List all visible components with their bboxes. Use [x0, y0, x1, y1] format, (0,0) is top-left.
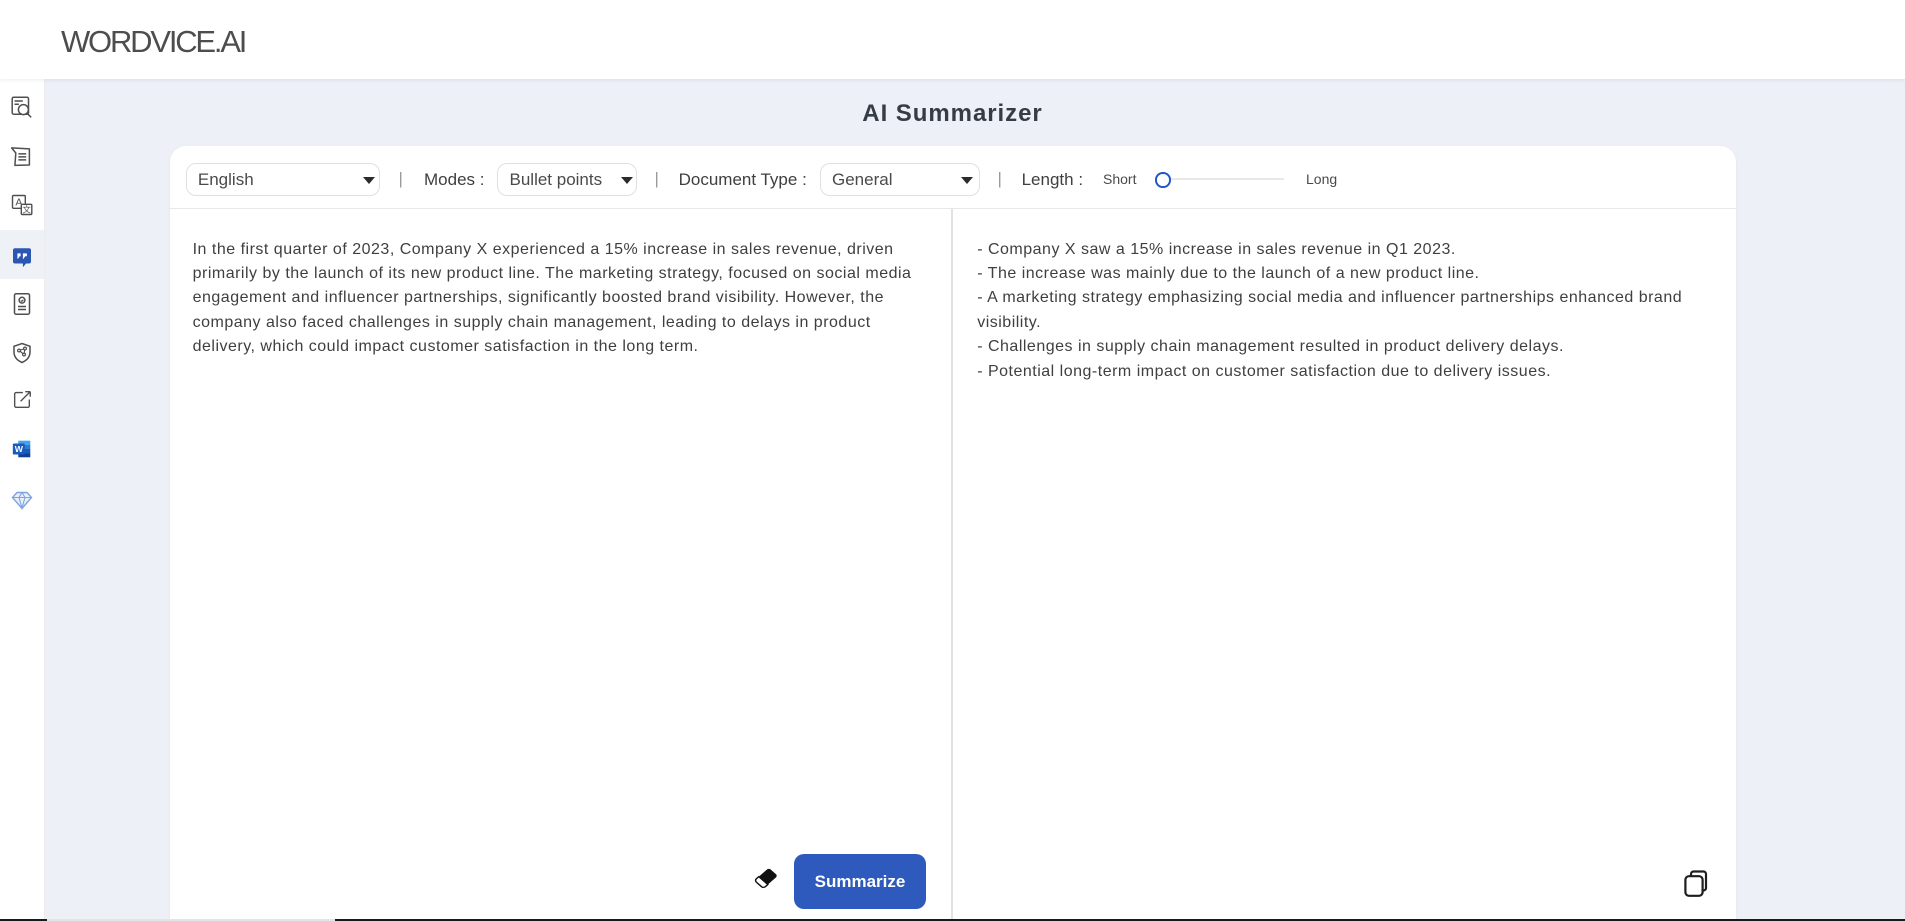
svg-text:文: 文: [22, 204, 31, 214]
svg-text:W: W: [15, 444, 24, 454]
